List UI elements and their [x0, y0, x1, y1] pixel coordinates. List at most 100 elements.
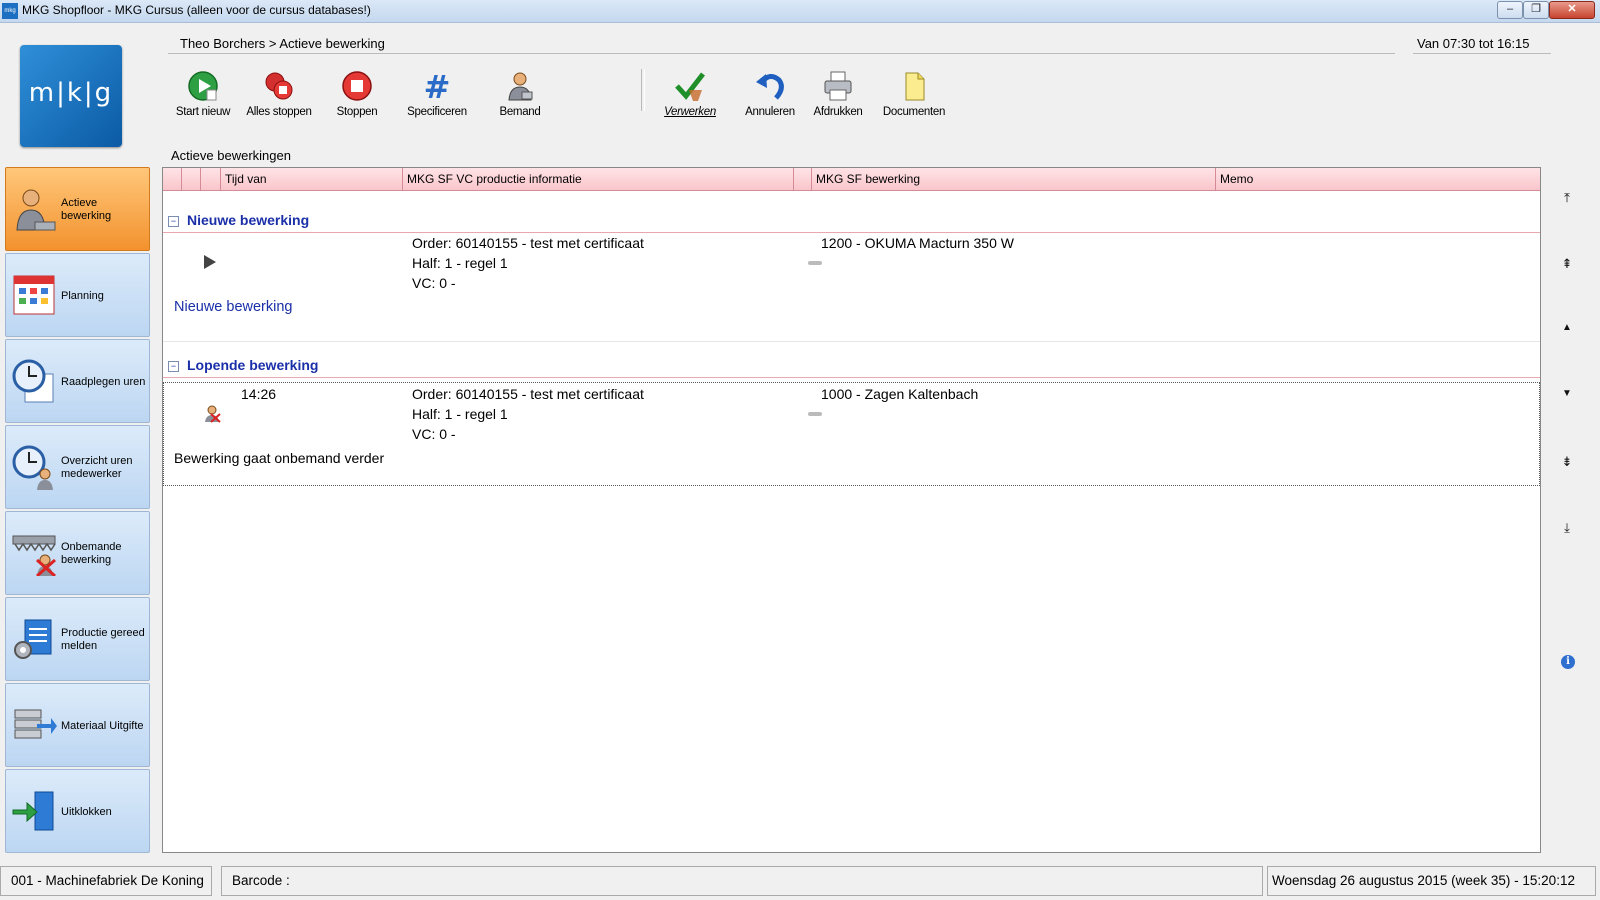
- documents-label: Documenten: [882, 106, 946, 118]
- group-header-running[interactable]: Lopende bewerking: [187, 357, 318, 373]
- sidebar-item-label: Actieve bewerking: [61, 197, 112, 222]
- row-vc: VC: 0 -: [412, 275, 456, 291]
- scroll-top-icon[interactable]: ⤒: [1557, 190, 1577, 206]
- unmanned-worker-icon: [205, 405, 221, 423]
- stop-all-label: Alles stoppen: [246, 106, 312, 118]
- process-button[interactable]: Verwerken: [651, 70, 729, 118]
- row-order: Order: 60140155 - test met certificaat: [412, 386, 644, 402]
- toolbar-separator: [641, 69, 645, 111]
- exit-door-icon: [12, 791, 54, 831]
- specify-button[interactable]: # Specificeren: [398, 70, 476, 118]
- sidebar-item-label: Materiaal Uitgifte: [61, 719, 144, 732]
- sidebar-item-active-operation[interactable]: Actieve bewerking: [5, 167, 150, 251]
- worker-icon: [508, 72, 533, 101]
- table-row[interactable]: Order: 60140155 - test met certificaat H…: [163, 233, 1540, 337]
- collapse-icon[interactable]: −: [168, 361, 179, 372]
- section-title: Actieve bewerkingen: [171, 148, 291, 163]
- comment-icon[interactable]: [808, 412, 822, 416]
- column-header-indicator[interactable]: [163, 168, 181, 190]
- print-label: Afdrukken: [813, 106, 863, 118]
- scroll-down-icon[interactable]: ▼: [1557, 388, 1577, 399]
- printer-icon: [824, 71, 852, 101]
- sidebar-item-label: Productie gereed melden: [61, 627, 145, 652]
- stop-button[interactable]: Stoppen: [318, 70, 396, 118]
- app-icon: mkg: [2, 3, 18, 19]
- scroll-page-up-icon[interactable]: ⇞: [1557, 256, 1577, 272]
- column-header-operation[interactable]: MKG SF bewerking: [811, 168, 1215, 190]
- group-header-new[interactable]: Nieuwe bewerking: [187, 212, 309, 228]
- sidebar-item-hours[interactable]: Raadplegen uren: [5, 339, 150, 423]
- window-titlebar: mkg MKG Shopfloor - MKG Cursus (alleen v…: [0, 0, 1600, 23]
- clock-person-icon: [12, 445, 53, 490]
- logo-text: m|k|g: [28, 78, 114, 108]
- column-header-time[interactable]: Tijd van: [220, 168, 402, 190]
- collapse-icon[interactable]: −: [168, 216, 179, 227]
- row-vc: VC: 0 -: [412, 426, 456, 442]
- shift-time: Van 07:30 tot 16:15: [1417, 36, 1530, 51]
- sidebar-item-employee-hours[interactable]: Overzicht uren medewerker: [5, 425, 150, 509]
- sidebar-item-unmanned[interactable]: Onbemande bewerking: [5, 511, 150, 595]
- sidebar-item-label: Onbemande bewerking: [61, 541, 122, 566]
- row-order: Order: 60140155 - test met certificaat: [412, 235, 644, 251]
- scroll-up-icon[interactable]: ▲: [1557, 322, 1577, 333]
- comment-icon[interactable]: [808, 261, 822, 265]
- minimize-button[interactable]: –: [1497, 1, 1523, 19]
- close-button[interactable]: ✕: [1549, 1, 1595, 19]
- worker-icon: [16, 189, 56, 231]
- sidebar-item-label: Planning: [61, 289, 104, 302]
- check-icon: [675, 72, 705, 101]
- column-header-spacer[interactable]: [793, 168, 811, 190]
- specify-label: Specificeren: [407, 106, 467, 118]
- row-note: Bewerking gaat onbemand verder: [174, 450, 385, 466]
- table-row-selected[interactable]: 14:26 Order: 60140155 - test met certifi…: [163, 382, 1540, 486]
- material-stack-icon: [14, 709, 57, 739]
- sidebar-item-production-ready[interactable]: Productie gereed melden: [5, 597, 150, 681]
- sidebar-item-material[interactable]: Materiaal Uitgifte: [5, 683, 150, 767]
- process-label: Verwerken: [664, 106, 716, 118]
- stop-all-icon: [265, 72, 293, 100]
- stop-icon: [342, 71, 372, 101]
- barcode-field[interactable]: Barcode :: [221, 866, 1263, 896]
- column-header-production-info[interactable]: MKG SF VC productie informatie: [402, 168, 793, 190]
- breadcrumb-divider: [168, 53, 1395, 54]
- play-icon: [188, 71, 218, 101]
- row-operation: 1200 - OKUMA Macturn 350 W: [821, 235, 1014, 251]
- print-button[interactable]: Afdrukken: [799, 70, 877, 118]
- manned-button[interactable]: Bemand: [481, 70, 559, 118]
- info-icon[interactable]: i: [1561, 655, 1575, 669]
- status-company: 001 - Machinefabriek De Koning: [0, 866, 212, 896]
- clock-icon: [12, 359, 54, 403]
- column-header-status[interactable]: [181, 168, 200, 190]
- column-header-flag[interactable]: [200, 168, 220, 190]
- group-divider: [163, 377, 1540, 378]
- operations-grid: Tijd van MKG SF VC productie informatie …: [162, 167, 1541, 853]
- sidebar-item-label: Uitklokken: [61, 805, 112, 818]
- row-time: 14:26: [241, 386, 277, 402]
- scroll-page-down-icon[interactable]: ⇟: [1557, 454, 1577, 470]
- row-divider: [163, 341, 1540, 342]
- start-new-label: Start nieuw: [175, 106, 231, 118]
- start-new-button[interactable]: Start nieuw: [164, 70, 242, 118]
- status-datetime: Woensdag 26 augustus 2015 (week 35) - 15…: [1267, 866, 1596, 896]
- column-header-memo[interactable]: Memo: [1215, 168, 1540, 190]
- cancel-label: Annuleren: [745, 106, 795, 118]
- production-doc-icon: [14, 619, 52, 659]
- undo-icon: [756, 74, 784, 100]
- sidebar-item-planning[interactable]: Planning: [5, 253, 150, 337]
- document-icon: [905, 72, 925, 101]
- manned-label: Bemand: [499, 106, 541, 118]
- sidebar-item-clock-out[interactable]: Uitklokken: [5, 769, 150, 853]
- calendar-icon: [13, 275, 55, 315]
- stop-all-button[interactable]: Alles stoppen: [240, 70, 318, 118]
- scroll-bottom-icon[interactable]: ⤓: [1557, 520, 1577, 536]
- cancel-button[interactable]: Annuleren: [731, 70, 809, 118]
- mkg-logo: m|k|g: [20, 45, 122, 147]
- documents-button[interactable]: Documenten: [875, 70, 953, 118]
- grid-header: Tijd van MKG SF VC productie informatie …: [163, 168, 1540, 191]
- svg-text:#: #: [424, 70, 451, 102]
- row-pointer-icon: [204, 255, 216, 269]
- stop-label: Stoppen: [336, 106, 378, 118]
- maximize-button[interactable]: ❐: [1523, 1, 1549, 19]
- row-half: Half: 1 - regel 1: [412, 406, 508, 422]
- unmanned-machine-icon: [12, 535, 56, 576]
